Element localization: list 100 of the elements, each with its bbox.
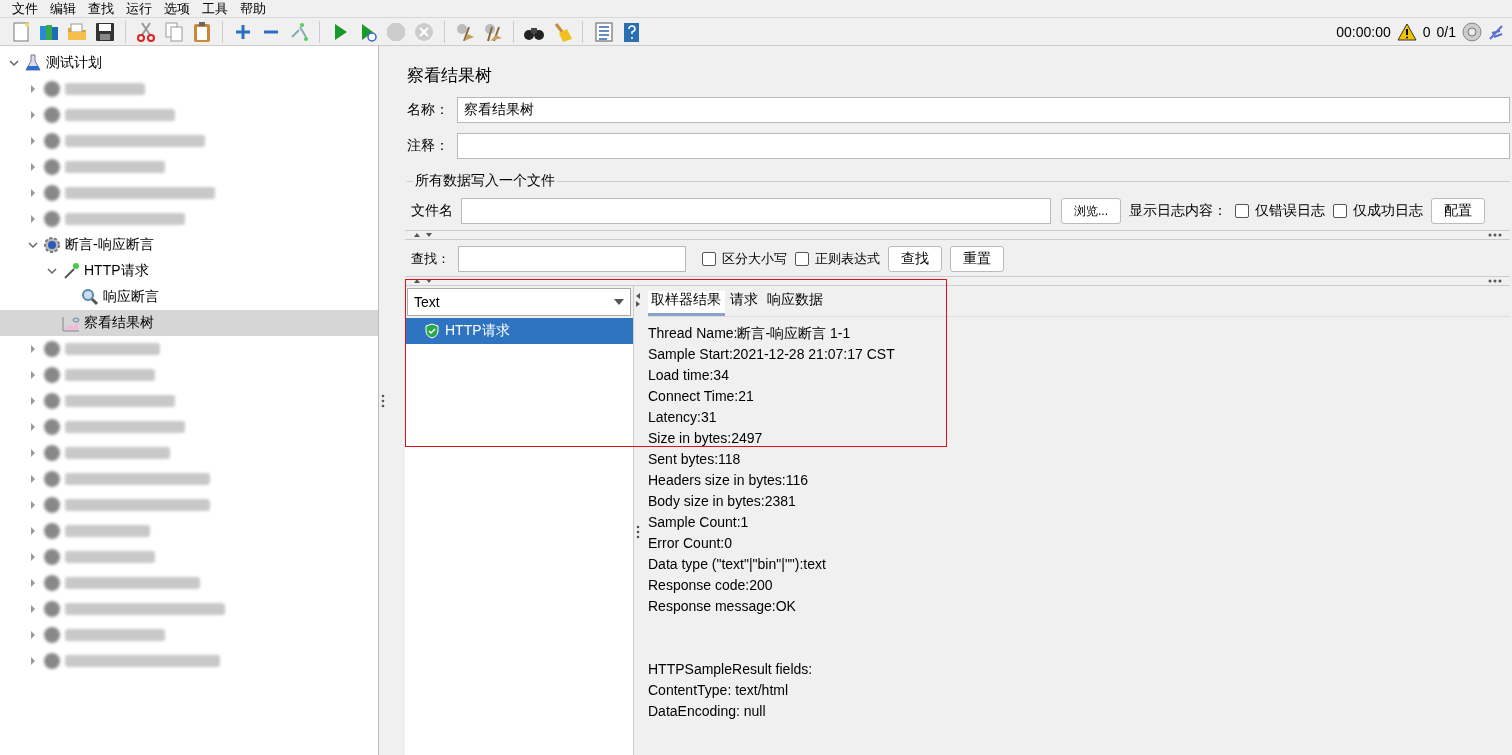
copy-icon[interactable] [163,20,185,43]
field-label: 显示日志内容： [1129,202,1227,220]
node-icon [43,652,61,670]
chevron-right-icon[interactable] [28,474,38,484]
filename-field[interactable] [461,198,1051,224]
menu-item[interactable]: 工具 [196,1,234,16]
tree-item[interactable]: 测试计划 [0,50,378,76]
result-line: Sent bytes:118 [648,450,742,469]
result-line: Size in bytes:2497 [648,429,764,448]
chevron-right-icon[interactable] [28,110,38,120]
tab[interactable]: 请求 [727,291,762,316]
checkbox[interactable] [795,252,809,266]
result-line: Data type ("text"|"bin"|""):text [648,555,827,574]
comment-field[interactable] [457,133,1510,159]
browse-button[interactable]: 浏览... [1061,198,1121,224]
chevron-down-icon[interactable] [9,58,19,68]
result-line: Thread Name:断言-响应断言 1-1 [648,324,852,343]
checkbox[interactable] [1333,204,1347,218]
chevron-right-icon[interactable] [28,370,38,380]
tab[interactable]: 响应数据 [764,291,827,316]
checkbox-label: 仅错误日志 [1255,202,1325,220]
elapsed-time: 00:00:00 [1336,23,1391,40]
chevron-right-icon[interactable] [28,214,38,224]
chevron-down-icon[interactable] [47,266,57,276]
node-icon [43,574,61,592]
menu-item[interactable]: 运行 [120,1,158,16]
section-title: 所有数据写入一个文件 [413,172,557,190]
more-dots-icon[interactable] [1488,279,1502,283]
chevron-right-icon[interactable] [28,162,38,172]
node-icon [43,80,61,98]
chevron-right-icon[interactable] [28,656,38,666]
result-line: Sample Start:2021-12-28 21:07:17 CST [648,345,896,364]
field-label: 名称： [407,101,449,119]
chevron-right-icon[interactable] [28,84,38,94]
node-icon [43,184,61,202]
name-field[interactable]: 察看结果树 [457,97,1510,123]
chevron-right-icon[interactable] [28,448,38,458]
chevron-down-icon[interactable] [28,240,38,250]
config-button[interactable]: 配置 [1431,198,1485,224]
scissors-icon[interactable] [135,20,157,43]
panel-title: 察看结果树 [407,65,493,87]
checkbox-label: 仅成功日志 [1353,202,1423,220]
checkbox-label: 区分大小写 [722,250,787,268]
splitter-grip-icon[interactable] [381,394,385,408]
result-line: ContentType: text/html [648,681,790,700]
sample-item[interactable]: HTTP请求 [405,318,633,344]
chevron-right-icon[interactable] [28,188,38,198]
node-icon [43,106,61,124]
result-line: HTTPSampleResult fields: [648,660,814,679]
tree-item[interactable]: HTTP请求 [0,258,378,284]
result-line: Error Count:0 [648,534,734,553]
warning-icon[interactable] [1396,22,1417,41]
chevron-right-icon[interactable] [28,396,38,406]
tree-item[interactable]: 察看结果树 [0,310,378,336]
menu-item[interactable]: 编辑 [44,1,82,16]
split-arrows-icon[interactable] [635,292,641,308]
node-icon [43,366,61,384]
dropdown-arrow-icon [614,299,624,305]
chevron-right-icon[interactable] [28,500,38,510]
chart-icon [62,314,80,332]
clipboard-icon[interactable] [191,20,213,43]
tree-item[interactable]: 响应断言 [0,284,378,310]
collapse-arrows-icon[interactable] [413,232,435,238]
tab[interactable]: 取样器结果 [648,291,725,316]
node-icon [43,418,61,436]
menu-item[interactable]: 查找 [82,1,120,16]
chevron-right-icon[interactable] [28,552,38,562]
checkbox[interactable] [702,252,716,266]
shield-check-icon [425,323,439,339]
node-icon [43,392,61,410]
menu-item[interactable]: 帮助 [234,1,272,16]
chevron-right-icon[interactable] [28,578,38,588]
new-file-icon[interactable] [10,20,32,43]
chevron-right-icon[interactable] [28,422,38,432]
result-line: Latency:31 [648,408,718,427]
checkbox[interactable] [1235,204,1249,218]
splitter-grip-icon[interactable] [636,525,640,539]
search-field[interactable] [458,246,686,272]
tree-item[interactable]: 断言-响应断言 [0,232,378,258]
action-button[interactable]: 重置 [950,246,1004,272]
result-line: DataEncoding: null [648,702,767,721]
result-line: Load time:34 [648,366,730,385]
shutdown-icon[interactable] [413,20,435,43]
renderer-dropdown[interactable]: Text [407,288,631,316]
chevron-right-icon[interactable] [28,604,38,614]
node-icon [43,496,61,514]
gear-icon [43,236,61,254]
menu-item[interactable]: 选项 [158,1,196,16]
result-line: Response code:200 [648,576,774,595]
checkbox-label: 正则表达式 [815,250,880,268]
list-icon[interactable] [592,20,614,43]
menu-item[interactable]: 文件 [6,1,44,16]
more-dots-icon[interactable] [1488,233,1502,237]
chevron-right-icon[interactable] [28,136,38,146]
chevron-right-icon[interactable] [28,344,38,354]
chevron-right-icon[interactable] [28,526,38,536]
folder-icon[interactable] [66,20,88,43]
chevron-right-icon[interactable] [28,630,38,640]
save-icon[interactable] [94,20,116,43]
action-button[interactable]: 查找 [888,246,942,272]
